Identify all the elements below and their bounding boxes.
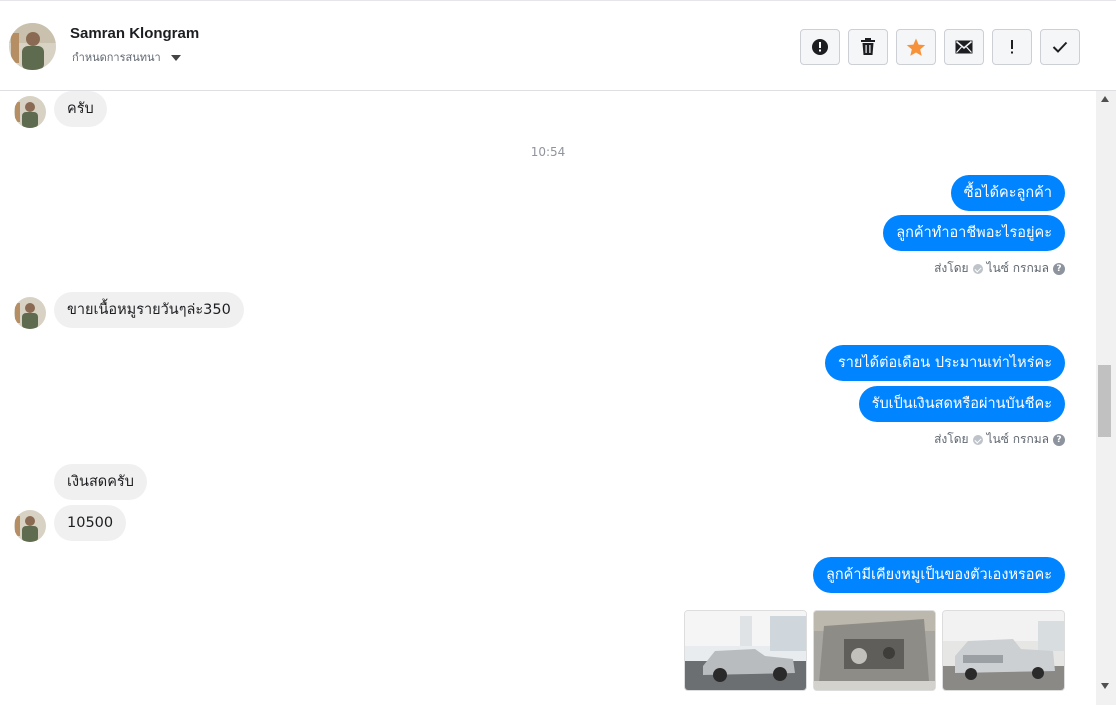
star-icon (906, 38, 926, 56)
star-button[interactable] (896, 29, 936, 65)
report-button[interactable] (800, 29, 840, 65)
message-outgoing[interactable]: ลูกค้าทำอาชีพอะไรอยู่คะ (883, 215, 1065, 251)
checkmark-icon (1052, 41, 1068, 53)
message-incoming[interactable]: เงินสดครับ (54, 464, 147, 500)
exclamation-icon (1011, 40, 1013, 54)
conversation-header: Samran Klongram กำหนดการสนทนา (0, 0, 1116, 91)
contact-name[interactable]: Samran Klongram (70, 25, 199, 42)
photo-attachment[interactable] (813, 610, 936, 691)
scroll-up-arrow-icon[interactable] (1101, 96, 1109, 102)
photo-attachments (684, 610, 1065, 691)
conversation-label: กำหนดการสนทนา (72, 51, 161, 64)
photo-attachment[interactable] (942, 610, 1065, 691)
sent-by-info: ส่งโดย ไนซ์ กรกมล ? (934, 259, 1065, 278)
contact-avatar[interactable] (9, 23, 56, 70)
messenger-window: Samran Klongram กำหนดการสนทนา ครับ 10:54… (0, 0, 1116, 705)
message-outgoing[interactable]: รายได้ต่อเดือน ประมานเท่าไหร่คะ (824, 345, 1065, 381)
scroll-down-arrow-icon[interactable] (1101, 683, 1109, 689)
check-circle-icon (972, 263, 983, 274)
caret-down-icon (170, 54, 181, 61)
help-icon[interactable]: ? (1053, 262, 1065, 275)
mark-important-button[interactable] (992, 29, 1032, 65)
trash-icon (861, 38, 875, 55)
sent-by-info: ส่งโดย ไนซ์ กรกมล ? (934, 430, 1065, 449)
mark-done-button[interactable] (1040, 29, 1080, 65)
delete-button[interactable] (848, 29, 888, 65)
contact-avatar-small (14, 297, 46, 329)
contact-avatar-small (14, 96, 46, 128)
alert-circle-icon (812, 39, 828, 55)
message-incoming[interactable]: ครับ (54, 91, 107, 127)
scrollbar-thumb[interactable] (1098, 365, 1111, 437)
message-thread: ครับ 10:54 ซื้อได้คะลูกค้า ลูกค้าทำอาชีพ… (0, 91, 1096, 705)
message-incoming[interactable]: ขายเนื้อหมูรายวันๆล่ะ350 (54, 292, 244, 328)
message-incoming[interactable]: 10500 (54, 505, 127, 541)
help-icon[interactable]: ? (1053, 433, 1065, 446)
sent-by-label: ส่งโดย (934, 432, 969, 446)
conversation-label-dropdown[interactable]: กำหนดการสนทนา (72, 48, 181, 66)
chat-scrollbar[interactable] (1096, 91, 1116, 705)
header-actions (800, 29, 1080, 65)
check-circle-icon (972, 434, 983, 445)
message-outgoing[interactable]: ซื้อได้คะลูกค้า (950, 175, 1065, 211)
sender-name: ไนซ์ กรกมล (986, 432, 1049, 446)
mail-icon (955, 40, 973, 54)
sender-name: ไนซ์ กรกมล (986, 261, 1049, 275)
contact-avatar-small (14, 510, 46, 542)
timestamp: 10:54 (530, 145, 566, 159)
message-outgoing[interactable]: ลูกค้ามีเคียงหมูเป็นของตัวเองหรอคะ (812, 557, 1065, 593)
sent-by-label: ส่งโดย (934, 261, 969, 275)
mark-unread-button[interactable] (944, 29, 984, 65)
photo-attachment[interactable] (684, 610, 807, 691)
message-outgoing[interactable]: รับเป็นเงินสดหรือผ่านบันชีคะ (858, 386, 1065, 422)
